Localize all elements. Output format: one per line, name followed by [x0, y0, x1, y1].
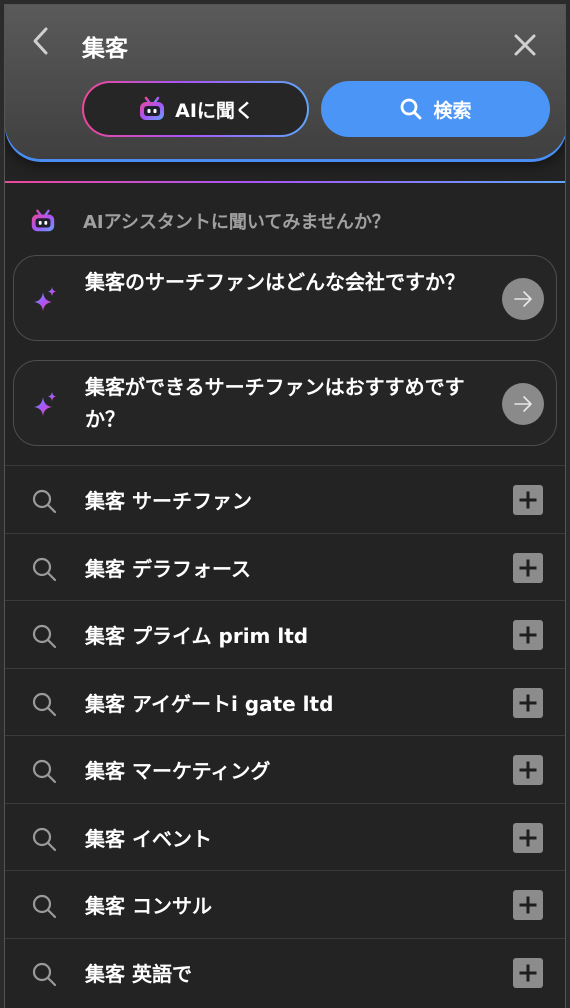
search-result-text: 集客 イベント [85, 826, 212, 851]
search-result-item[interactable]: 集客 プライム prim ltd [5, 600, 565, 668]
search-result-text: 集客 アイゲートi gate ltd [85, 691, 334, 716]
add-button[interactable] [513, 890, 543, 920]
assistant-prompt: AIアシスタントに聞いてみませんか？ [29, 205, 390, 237]
back-button[interactable] [25, 25, 57, 57]
robot-icon [140, 96, 165, 120]
search-panel: 集客 AIに聞く 検索 AIアシスタントに聞いてみませんか？ 集客のサーチファン… [4, 4, 566, 1008]
search-icon [32, 759, 57, 784]
add-button[interactable] [513, 485, 543, 515]
search-icon [32, 962, 57, 986]
arrow-right-icon [514, 291, 532, 307]
search-result-text: 集客 デラフォース [85, 556, 251, 581]
plus-icon [519, 964, 537, 981]
plus-icon [519, 694, 537, 711]
search-button[interactable]: 検索 [321, 81, 550, 137]
search-icon [32, 827, 57, 851]
sparkle-icon [34, 287, 56, 311]
add-button[interactable] [513, 755, 543, 785]
search-result-item[interactable]: 集客 アイゲートi gate ltd [5, 667, 565, 736]
plus-icon [519, 559, 537, 576]
search-result-item[interactable]: 集客 コンサル [5, 870, 565, 938]
search-results-list: 集客 サーチファン 集客 デラフォース 集客 プライム prim ltd 集客 … [5, 465, 565, 1006]
plus-icon [519, 626, 537, 644]
plus-icon [519, 896, 537, 914]
plus-icon [519, 761, 537, 779]
add-button[interactable] [513, 822, 543, 853]
suggestion-text: 集客のサーチファンはどんな会社ですか？ [85, 270, 465, 294]
divider [5, 181, 565, 183]
search-label: 検索 [433, 99, 472, 122]
search-result-item[interactable]: 集客 サーチファン [5, 465, 565, 533]
ai-suggestion[interactable]: 集客ができるサーチファンはおすすめですか？ [13, 360, 557, 446]
search-result-text: 集客 サーチファン [85, 489, 252, 513]
search-result-text: 集客 マーケティング [85, 759, 271, 783]
header: 集客 AIに聞く 検索 [5, 5, 565, 159]
search-result-item[interactable]: 集客 デラフォース [5, 532, 565, 601]
page-title: 集客 [82, 36, 128, 62]
search-icon [32, 557, 57, 581]
sparkle-icon [34, 392, 56, 416]
ai-suggestion[interactable]: 集客のサーチファンはどんな会社ですか？ [13, 255, 557, 341]
arrow-right-icon [514, 396, 532, 412]
send-suggestion-button[interactable] [502, 278, 544, 320]
search-icon [32, 489, 57, 514]
search-result-text: 集客 英語で [85, 961, 192, 986]
search-result-item[interactable]: 集客 英語で [5, 937, 565, 1006]
add-button[interactable] [513, 620, 543, 650]
close-icon [514, 34, 536, 56]
add-button[interactable] [513, 552, 543, 583]
add-button[interactable] [513, 687, 543, 718]
ask-ai-label: AIに聞く [175, 99, 254, 122]
search-icon [32, 692, 57, 716]
add-button[interactable] [513, 957, 543, 988]
close-button[interactable] [509, 29, 541, 61]
plus-icon [519, 491, 537, 509]
search-icon [32, 624, 57, 649]
search-result-text: 集客 コンサル [85, 894, 212, 918]
search-result-item[interactable]: 集客 イベント [5, 802, 565, 871]
robot-icon [31, 209, 55, 232]
search-result-item[interactable]: 集客 マーケティング [5, 735, 565, 803]
search-result-text: 集客 プライム prim ltd [85, 624, 309, 648]
send-suggestion-button[interactable] [502, 383, 544, 425]
search-icon [32, 894, 57, 919]
assistant-prompt-text: AIアシスタントに聞いてみませんか？ [83, 212, 390, 233]
ask-ai-button[interactable]: AIに聞く [82, 81, 309, 137]
plus-icon [519, 829, 537, 846]
search-icon [401, 98, 422, 120]
suggestion-text: 集客ができるサーチファンはおすすめですか？ [85, 375, 465, 431]
chevron-left-icon [33, 27, 48, 55]
